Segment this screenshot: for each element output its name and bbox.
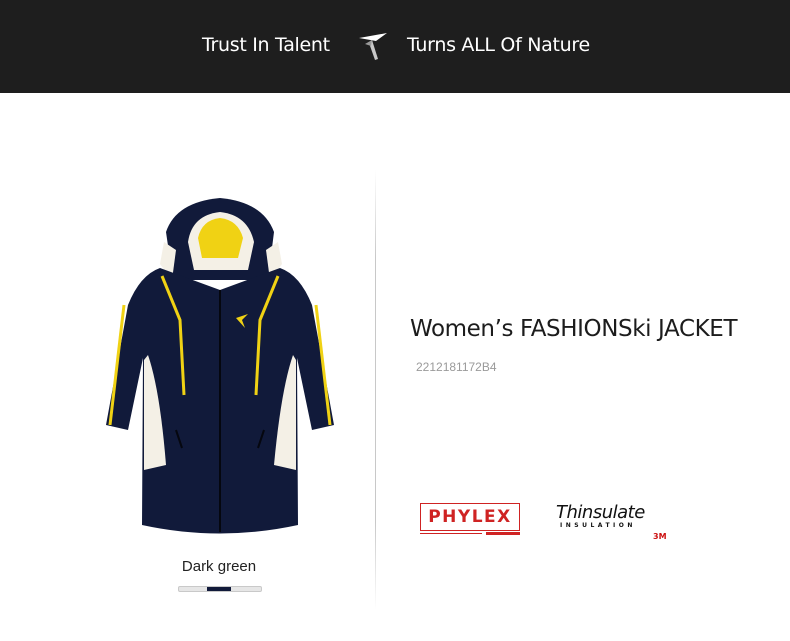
color-selector-bar[interactable]	[178, 586, 262, 592]
phylex-logo-text: PHYLEX	[428, 507, 512, 527]
product-code: 2212181172B4	[416, 360, 497, 374]
color-swatch-selected[interactable]	[207, 587, 231, 591]
banner-slogan-left: Trust In Talent	[202, 34, 330, 56]
thinsulate-3m-mark: 3M	[653, 532, 667, 541]
vertical-divider	[375, 170, 376, 610]
phylex-tagline-strip	[420, 532, 520, 535]
thinsulate-insulation-text: INSULATION	[560, 522, 636, 529]
banner-slogan-right: Turns ALL Of Nature	[407, 34, 590, 56]
product-title: Women’s FASHIONSki JACKET	[410, 316, 738, 342]
thinsulate-logo: Thinsulate INSULATION 3M	[556, 502, 676, 544]
color-option-label: Dark green	[181, 558, 257, 575]
phylex-logo-box: PHYLEX	[420, 503, 520, 531]
top-banner: Trust In Talent Turns ALL Of Nature	[0, 0, 790, 93]
thinsulate-logo-text: Thinsulate	[556, 502, 645, 523]
ski-jacket-image	[106, 198, 334, 534]
bird-logo-icon	[359, 33, 387, 60]
phylex-logo: PHYLEX	[420, 503, 520, 536]
